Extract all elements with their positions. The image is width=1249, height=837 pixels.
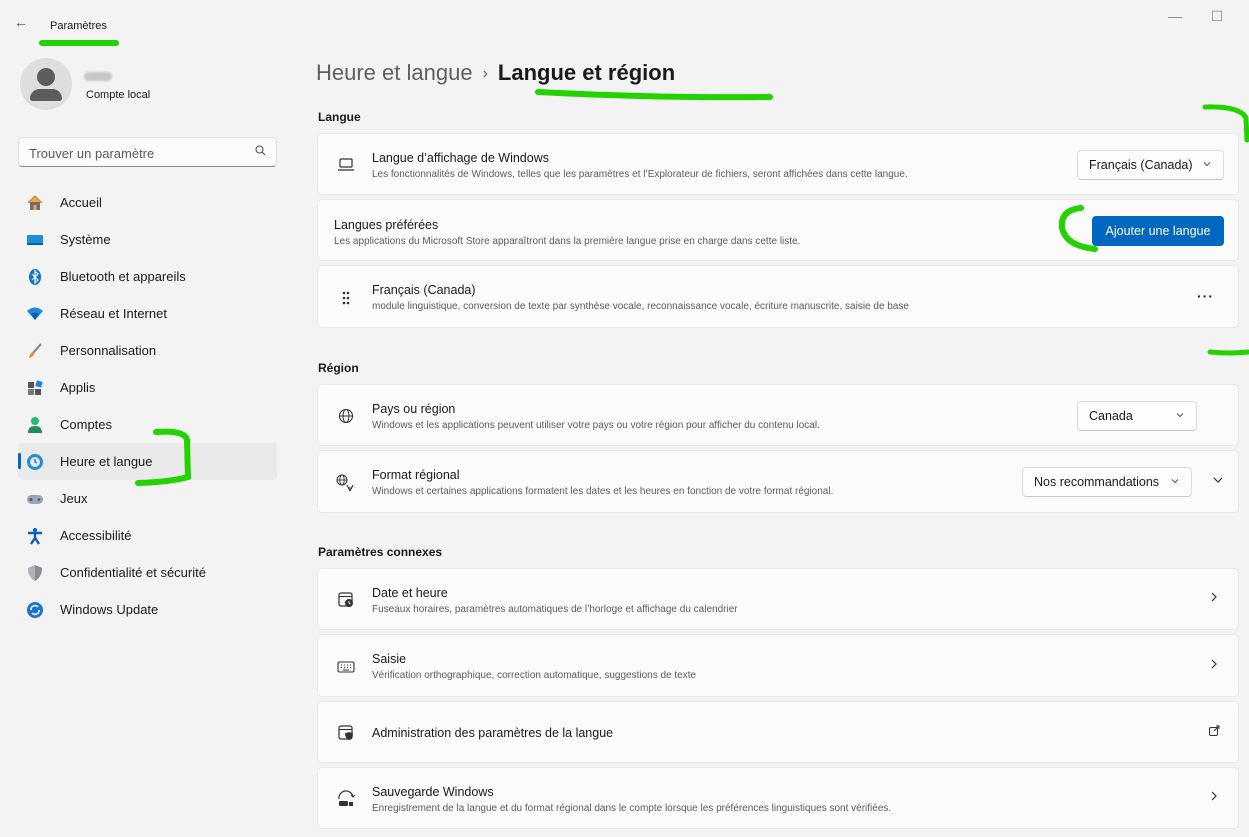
regional-format-card[interactable]: Format régional Windows et certaines app… — [317, 450, 1239, 513]
sidebar-item-applis[interactable]: Applis — [18, 369, 277, 406]
preferred-languages-description: Les applications du Microsoft Store appa… — [334, 236, 801, 247]
display-language-description: Les fonctionnalités de Windows, telles q… — [372, 169, 908, 180]
date-time-title: Date et heure — [372, 586, 448, 600]
title-bar: ← Paramètres — ☐ — [0, 0, 1249, 40]
gamepad-icon — [26, 490, 44, 508]
language-admin-title: Administration des paramètres de la lang… — [372, 726, 614, 740]
related-language-admin-card[interactable]: Administration des paramètres de la lang… — [317, 701, 1239, 763]
section-title-langue: Langue — [318, 110, 361, 124]
sidebar-nav: Accueil Système Bluetooth et appareils R… — [18, 184, 277, 628]
chevron-right-icon — [1208, 658, 1220, 673]
regional-format-value: Nos recommandations — [1034, 475, 1160, 489]
account-type: Compte local — [86, 89, 151, 101]
network-icon — [26, 305, 44, 323]
expand-chevron-icon[interactable] — [1212, 474, 1224, 489]
sidebar-item-jeux[interactable]: Jeux — [18, 480, 277, 517]
accessibility-icon — [26, 527, 44, 545]
laptop-icon — [336, 155, 356, 175]
country-region-title: Pays ou région — [372, 402, 456, 416]
maximize-icon[interactable]: ☐ — [1205, 8, 1229, 25]
language-format-icon — [336, 473, 356, 493]
display-language-dropdown[interactable]: Français (Canada) — [1077, 150, 1224, 180]
accounts-icon — [26, 416, 44, 434]
sidebar-item-bluetooth[interactable]: Bluetooth et appareils — [18, 258, 277, 295]
brush-icon — [26, 342, 44, 360]
windows-backup-description: Enregistrement de la langue et du format… — [372, 803, 892, 814]
sidebar-item-systeme[interactable]: Système — [18, 221, 277, 258]
display-language-card: Langue d’affichage de Windows Les foncti… — [317, 133, 1239, 195]
calendar-clock-icon — [336, 590, 356, 610]
annotation-underline-page-title — [535, 89, 773, 101]
sidebar-item-accessibilite[interactable]: Accessibilité — [18, 517, 277, 554]
installed-language-card[interactable]: Français (Canada) module linguistique, c… — [317, 265, 1239, 328]
regional-format-description: Windows et certaines applications format… — [372, 486, 834, 497]
page-title: Langue et région — [497, 60, 676, 85]
profile-name-redacted — [84, 72, 112, 81]
sidebar-item-reseau[interactable]: Réseau et Internet — [18, 295, 277, 332]
installed-language-description: module linguistique, conversion de texte… — [372, 301, 909, 312]
search-box[interactable] — [18, 137, 277, 167]
windows-backup-title: Sauvegarde Windows — [372, 785, 494, 799]
drag-handle-icon[interactable] — [336, 288, 356, 308]
chevron-down-icon — [1170, 476, 1180, 489]
display-language-title: Langue d’affichage de Windows — [372, 151, 549, 165]
typing-description: Vérification orthographique, correction … — [372, 670, 697, 681]
country-region-description: Windows et les applications peuvent util… — [372, 420, 820, 431]
breadcrumb-separator: › — [482, 65, 488, 82]
chevron-right-icon — [1208, 591, 1220, 606]
display-language-value: Français (Canada) — [1089, 158, 1193, 172]
admin-language-icon — [336, 723, 356, 743]
sidebar-item-confidentialite[interactable]: Confidentialité et sécurité — [18, 554, 277, 591]
window-controls: — ☐ — [1163, 8, 1229, 25]
globe-icon — [336, 406, 356, 426]
more-options-button[interactable]: ··· — [1197, 288, 1214, 304]
preferred-languages-title: Langues préférées — [334, 218, 439, 232]
chevron-down-icon — [1175, 410, 1185, 423]
breadcrumb: Heure et langue › Langue et région — [316, 60, 675, 86]
keyboard-icon — [336, 657, 356, 677]
related-date-time-card[interactable]: Date et heure Fuseaux horaires, paramètr… — [317, 568, 1239, 630]
update-icon — [26, 601, 44, 619]
system-icon — [26, 231, 44, 249]
sidebar-item-windows-update[interactable]: Windows Update — [18, 591, 277, 628]
back-arrow-icon[interactable]: ← — [14, 14, 30, 30]
avatar[interactable] — [20, 58, 72, 110]
preferred-languages-card: Langues préférées Les applications du Mi… — [317, 199, 1239, 261]
regional-format-dropdown[interactable]: Nos recommandations — [1022, 467, 1192, 497]
related-windows-backup-card[interactable]: Sauvegarde Windows Enregistrement de la … — [317, 767, 1239, 829]
user-profile[interactable]: Compte local — [20, 58, 280, 114]
date-time-description: Fuseaux horaires, paramètres automatique… — [372, 604, 738, 615]
apps-icon — [26, 379, 44, 397]
app-title: Paramètres — [50, 20, 107, 32]
chevron-right-icon — [1208, 790, 1220, 805]
backup-icon — [336, 789, 356, 809]
minimize-icon[interactable]: — — [1163, 8, 1187, 25]
related-typing-card[interactable]: Saisie Vérification orthographique, corr… — [317, 634, 1239, 697]
search-icon[interactable] — [255, 145, 266, 159]
section-title-related: Paramètres connexes — [318, 545, 443, 559]
section-title-region: Région — [318, 361, 359, 375]
sidebar-item-personnalisation[interactable]: Personnalisation — [18, 332, 277, 369]
home-icon — [26, 194, 44, 212]
sidebar-item-comptes[interactable]: Comptes — [18, 406, 277, 443]
regional-format-title: Format régional — [372, 468, 460, 482]
bluetooth-icon — [26, 268, 44, 286]
installed-language-title: Français (Canada) — [372, 283, 476, 297]
country-region-dropdown[interactable]: Canada — [1077, 401, 1197, 431]
add-language-button[interactable]: Ajouter une langue — [1092, 216, 1224, 246]
external-link-icon — [1208, 725, 1220, 740]
country-region-card: Pays ou région Windows et les applicatio… — [317, 384, 1239, 446]
sidebar-item-heure-langue[interactable]: Heure et langue — [18, 443, 277, 480]
country-region-value: Canada — [1089, 409, 1133, 423]
annotation-mark-right-bottom — [1207, 349, 1249, 356]
typing-title: Saisie — [372, 652, 407, 666]
search-input[interactable] — [29, 143, 249, 163]
breadcrumb-parent[interactable]: Heure et langue — [316, 60, 473, 85]
chevron-down-icon — [1202, 159, 1212, 172]
shield-icon — [26, 564, 44, 582]
sidebar-item-accueil[interactable]: Accueil — [18, 184, 277, 221]
time-language-icon — [26, 453, 44, 471]
